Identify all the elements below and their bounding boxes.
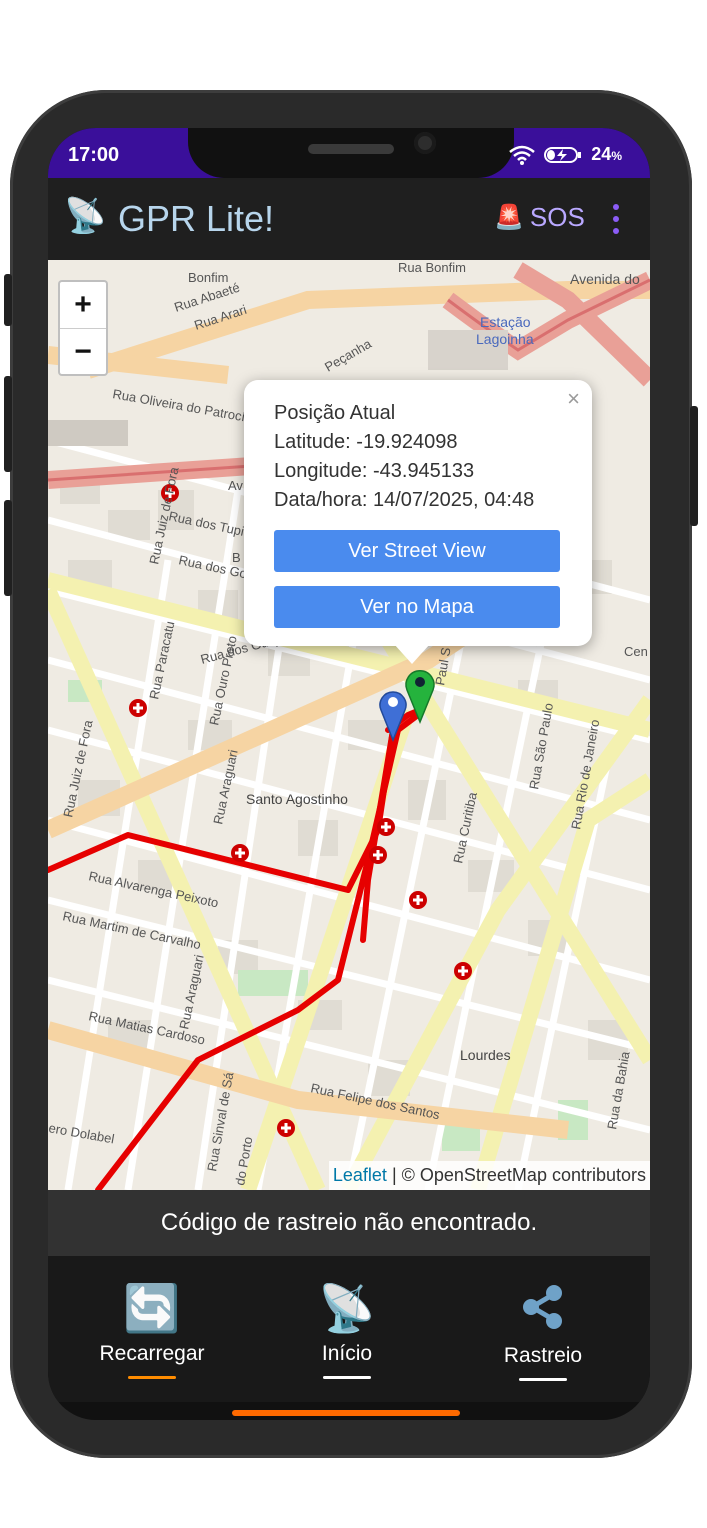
- phone-volume-button: [4, 376, 12, 472]
- map-label: Rua Bonfim: [398, 260, 466, 275]
- map-label: Santo Agostinho: [246, 791, 348, 807]
- osm-attribution: | © OpenStreetMap contributors: [386, 1165, 646, 1185]
- refresh-icon: 🔄: [123, 1282, 181, 1334]
- leaflet-link[interactable]: Leaflet: [333, 1165, 387, 1185]
- map-label: Lagoinha: [476, 331, 534, 347]
- status-message: Código de rastreio não encontrado.: [48, 1190, 650, 1256]
- nav-home[interactable]: 📡 Início: [257, 1280, 437, 1379]
- phone-volume-button: [4, 500, 12, 596]
- zoom-in-button[interactable]: +: [60, 282, 106, 329]
- popup-datetime: Data/hora: 14/07/2025, 04:48: [274, 489, 535, 511]
- map-label: Lourdes: [460, 1047, 511, 1063]
- popup-longitude: Longitude: -43.945133: [274, 460, 475, 482]
- status-icons: 24%: [509, 144, 622, 165]
- wifi-icon: [509, 145, 536, 165]
- satellite-dish-icon: 📡: [64, 197, 107, 235]
- camera-notch: [188, 128, 514, 178]
- map-attribution: Leaflet | © OpenStreetMap contributors: [328, 1161, 650, 1190]
- nav-underline: [519, 1378, 567, 1381]
- battery-unit: %: [611, 149, 622, 163]
- nav-reload[interactable]: 🔄 Recarregar: [62, 1280, 242, 1379]
- siren-icon: 🚨: [494, 204, 524, 231]
- status-time: 17:00: [68, 144, 120, 166]
- popup-title: Posição Atual: [274, 402, 396, 424]
- sos-button[interactable]: 🚨 SOS: [494, 202, 585, 233]
- map-view[interactable]: Bonfim Rua Bonfim Avenida do Estação Lag…: [48, 260, 650, 1190]
- nav-underline: [323, 1376, 371, 1379]
- nav-active-underline: [128, 1376, 176, 1379]
- popup-latitude: Latitude: -19.924098: [274, 431, 458, 453]
- zoom-control: + −: [58, 280, 108, 376]
- map-label: Av: [228, 478, 243, 493]
- zoom-out-button[interactable]: −: [60, 329, 106, 375]
- overflow-menu-icon[interactable]: [610, 204, 622, 234]
- front-camera: [414, 132, 436, 154]
- satellite-dish-icon: 📡: [318, 1282, 376, 1334]
- app-title: GPR Lite!: [118, 198, 275, 239]
- battery-percent: 24: [591, 144, 612, 164]
- battery-charging-icon: [544, 146, 582, 163]
- nav-label: Recarregar: [99, 1342, 205, 1365]
- phone-side-button: [4, 274, 12, 326]
- map-label: Estação: [480, 314, 531, 330]
- home-indicator[interactable]: [232, 1410, 460, 1416]
- street-view-button[interactable]: Ver Street View: [274, 530, 560, 572]
- sos-label: SOS: [529, 202, 585, 232]
- phone-power-button: [690, 406, 698, 526]
- map-label: B: [232, 550, 241, 565]
- speaker-grille: [308, 144, 394, 154]
- share-icon: [453, 1282, 633, 1338]
- nav-tracking[interactable]: Rastreio: [453, 1282, 633, 1381]
- view-on-map-button[interactable]: Ver no Mapa: [274, 586, 560, 628]
- nav-label: Início: [321, 1342, 373, 1365]
- screen: 17:00 24% 📡 GPR Lite! 🚨 SOS Bonfim Rua B…: [48, 128, 650, 1420]
- map-label: Avenida do: [570, 271, 640, 287]
- app-bar: 📡 GPR Lite! 🚨 SOS: [48, 178, 650, 260]
- popup-close-button[interactable]: ×: [567, 386, 580, 412]
- location-popup: × Posição Atual Latitude: -19.924098 Lon…: [244, 380, 592, 646]
- bottom-navigation: 🔄 Recarregar 📡 Início Rastreio: [48, 1256, 650, 1402]
- popup-pointer: [394, 644, 430, 664]
- nav-label: Rastreio: [503, 1344, 583, 1367]
- map-label: Cen: [624, 644, 648, 659]
- status-bar: 17:00 24%: [48, 128, 650, 178]
- map-label: Bonfim: [188, 270, 228, 285]
